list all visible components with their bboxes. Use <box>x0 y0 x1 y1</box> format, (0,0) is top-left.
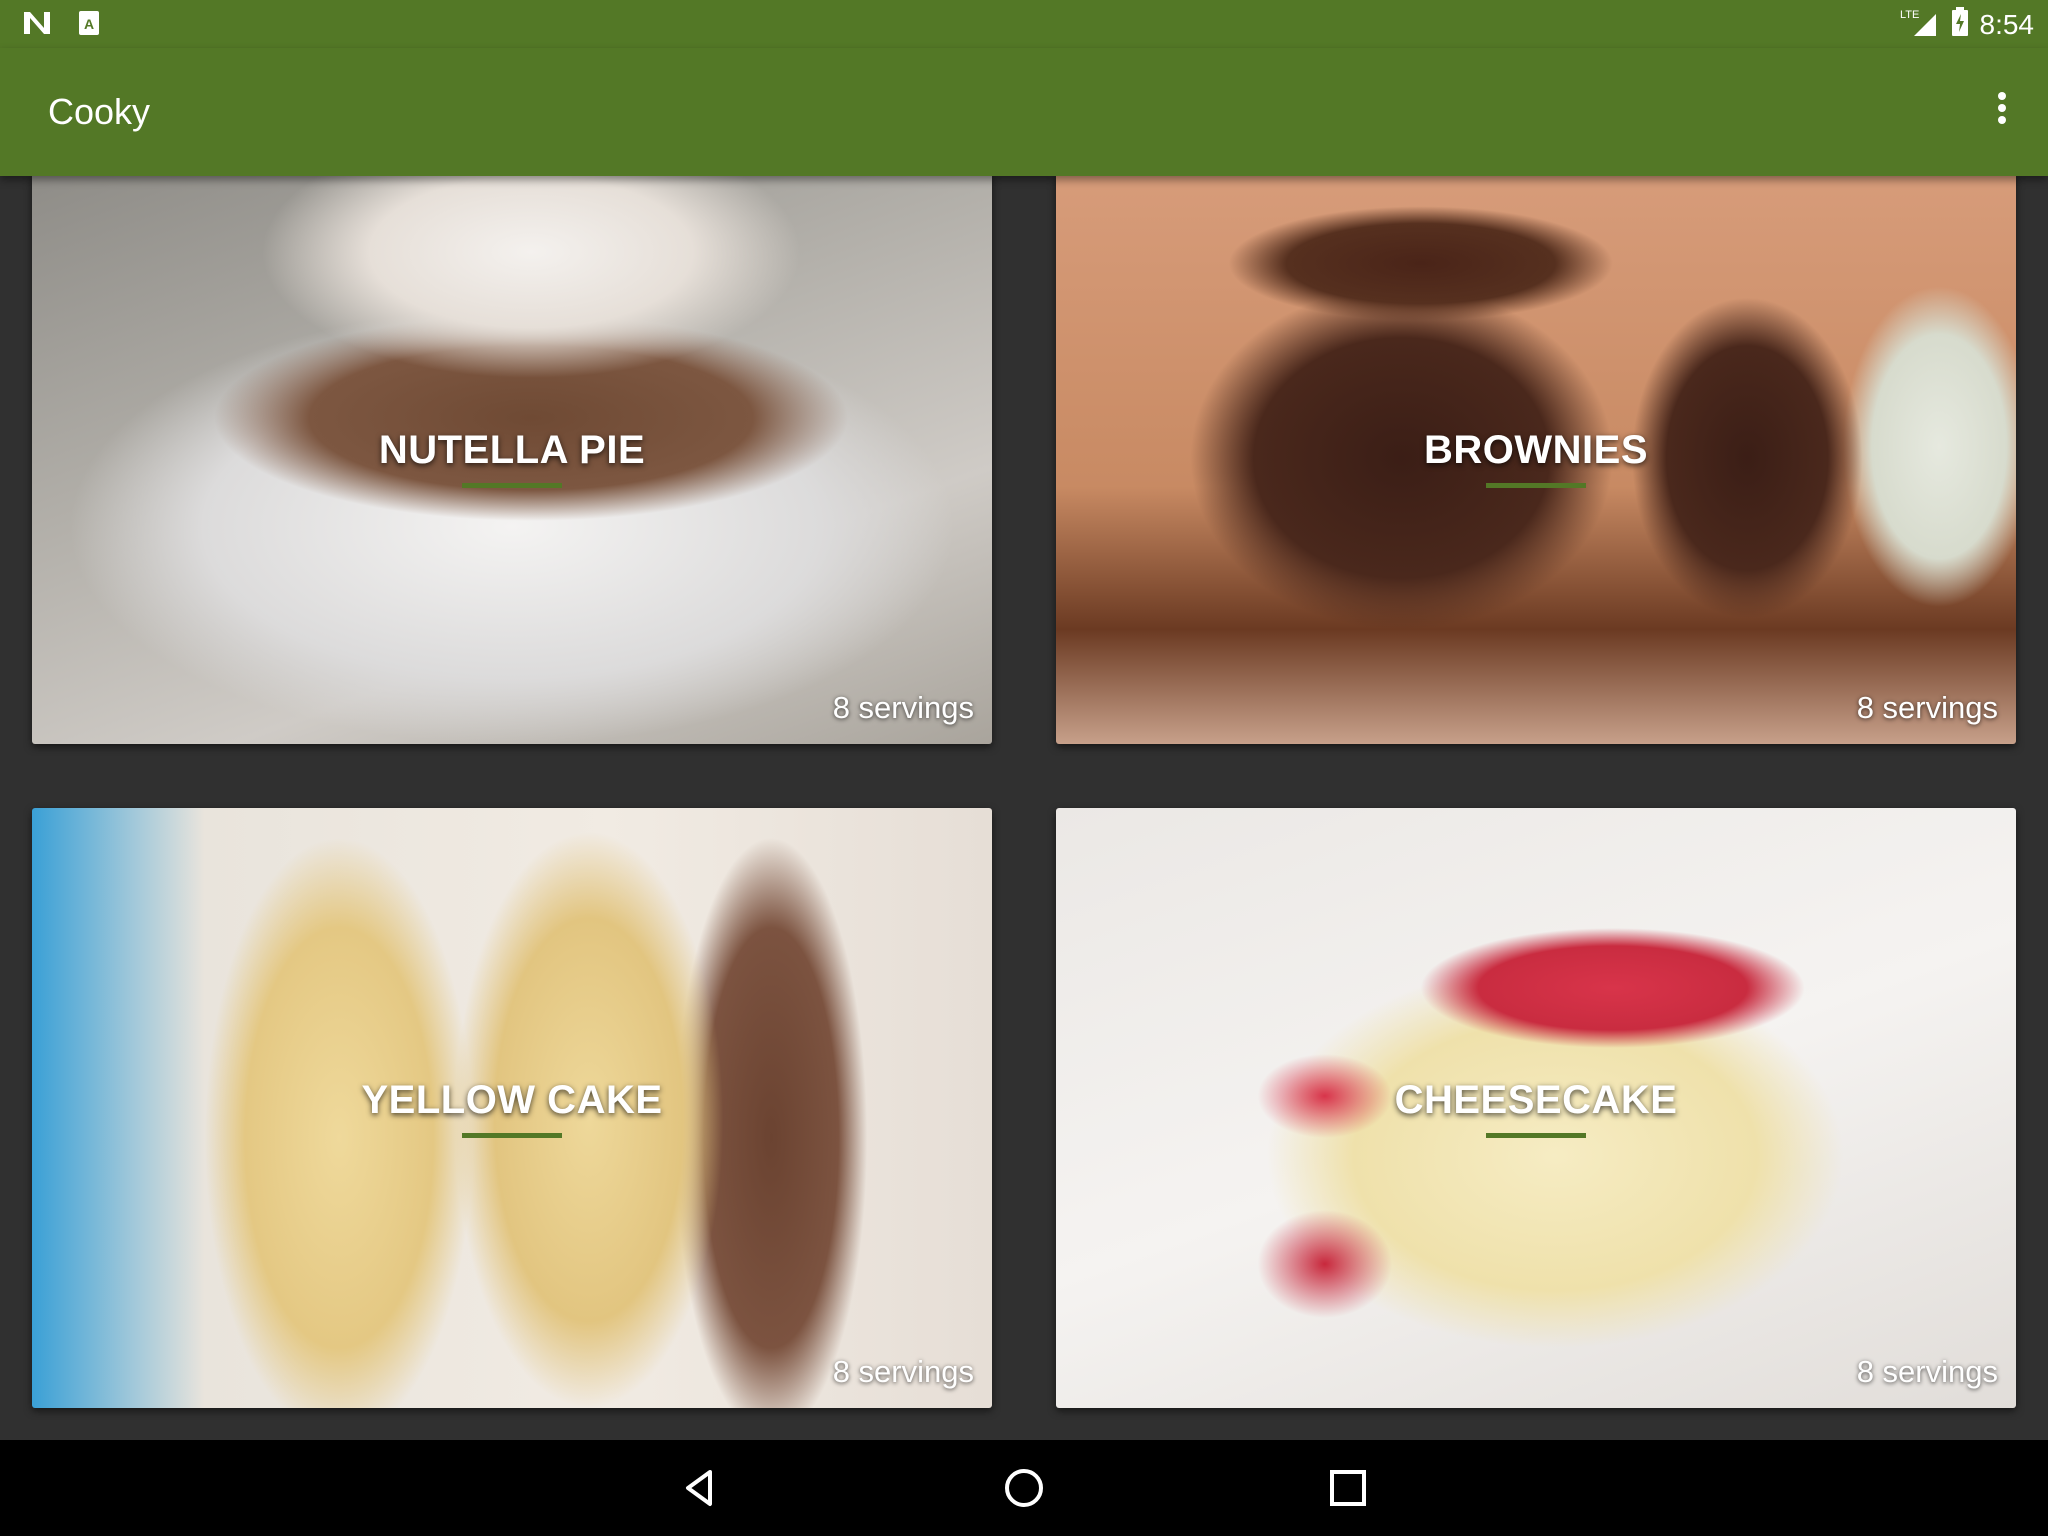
recipe-card-brownies[interactable]: BROWNIES 8 servings <box>1056 176 2016 744</box>
back-icon[interactable] <box>676 1464 724 1512</box>
recipe-title: BROWNIES <box>1424 428 1648 472</box>
recipe-card-yellow-cake[interactable]: YELLOW CAKE 8 servings <box>32 808 992 1408</box>
recipe-servings: 8 servings <box>832 1354 974 1389</box>
network-label: LTE <box>1900 9 1919 21</box>
clock: 8:54 <box>1979 8 2035 40</box>
title-underline <box>1486 1133 1586 1138</box>
app-title: Cooky <box>48 91 151 132</box>
recipe-title: NUTELLA PIE <box>378 428 646 472</box>
svg-text:A: A <box>84 16 94 32</box>
recipe-servings: 8 servings <box>832 690 974 725</box>
recipe-servings: 8 servings <box>1856 1354 1998 1389</box>
recents-icon[interactable] <box>1324 1464 1372 1512</box>
recipe-card-cheesecake[interactable]: CHEESECAKE 8 servings <box>1056 808 2016 1408</box>
app-bar: Cooky <box>0 48 2048 176</box>
recipe-title: CHEESECAKE <box>1394 1078 1678 1122</box>
title-underline <box>462 483 562 488</box>
recipe-card-nutella-pie[interactable]: NUTELLA PIE 8 servings <box>32 176 992 744</box>
recipe-title: YELLOW CAKE <box>361 1078 663 1122</box>
lte-signal-icon: LTE <box>1900 6 1940 43</box>
battery-charging-icon <box>1950 6 1970 43</box>
recipe-grid: NUTELLA PIE 8 servings BROWNIES 8 servin… <box>0 176 2048 1440</box>
n-icon <box>22 10 52 41</box>
title-underline <box>1486 483 1586 488</box>
title-underline <box>462 1133 562 1138</box>
status-bar: A LTE 8:54 <box>0 0 2048 48</box>
home-icon[interactable] <box>1000 1464 1048 1512</box>
recipe-servings: 8 servings <box>1856 690 1998 725</box>
app-notification-icon: A <box>78 10 100 41</box>
navigation-bar <box>0 1440 2048 1536</box>
overflow-menu-icon[interactable] <box>1982 88 2022 136</box>
